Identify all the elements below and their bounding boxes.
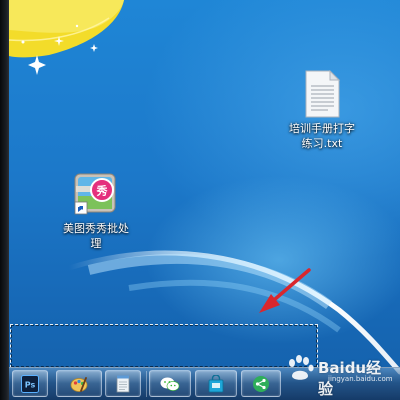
baidu-jingyan-watermark: Baidu经验 jingyan.baidu.com xyxy=(284,354,394,398)
wechat-icon xyxy=(160,377,180,391)
desktop-icon-meitu-batch[interactable]: 秀 美图秀秀批处 理 xyxy=(41,168,151,251)
taskbar-separator xyxy=(146,371,147,397)
desktop-icon-label-line2: 理 xyxy=(90,237,102,250)
taskbar-notepad-button[interactable] xyxy=(105,370,141,397)
desktop-icon-txt-file[interactable]: 培训手册打字 练习.txt xyxy=(267,69,377,151)
desktop-icon-label-line1: 培训手册打字 xyxy=(289,122,355,135)
meitu-batch-icon: 秀 xyxy=(71,168,121,218)
watermark-subtext: jingyan.baidu.com xyxy=(328,375,393,383)
screenshot: 培训手册打字 练习.txt 秀 美图秀秀批处 理 Ps Baidu经验 jing… xyxy=(0,0,400,400)
share-icon xyxy=(253,375,269,392)
taskbar-paint-button[interactable] xyxy=(56,370,102,397)
desktop-icon-label-line2: 练习.txt xyxy=(301,137,343,150)
text-file-icon xyxy=(302,69,342,118)
window-edge xyxy=(0,0,9,400)
svg-text:Ps: Ps xyxy=(25,380,36,389)
taskbar-store-button[interactable] xyxy=(195,370,237,397)
taskbar-selection-marquee xyxy=(10,324,318,368)
taskbar-wechat-button[interactable] xyxy=(149,370,191,397)
meitu-badge-text: 秀 xyxy=(96,184,108,198)
taskbar-photoshop-button[interactable]: Ps xyxy=(12,370,48,397)
paint-icon xyxy=(70,376,88,392)
store-bag-icon xyxy=(208,374,224,392)
taskbar-share-button[interactable] xyxy=(241,370,281,397)
photoshop-icon: Ps xyxy=(21,374,39,393)
baidu-paw-logo-icon xyxy=(289,355,314,380)
notepad-icon xyxy=(116,375,130,392)
desktop-icon-label-line1: 美图秀秀批处 xyxy=(63,222,129,235)
